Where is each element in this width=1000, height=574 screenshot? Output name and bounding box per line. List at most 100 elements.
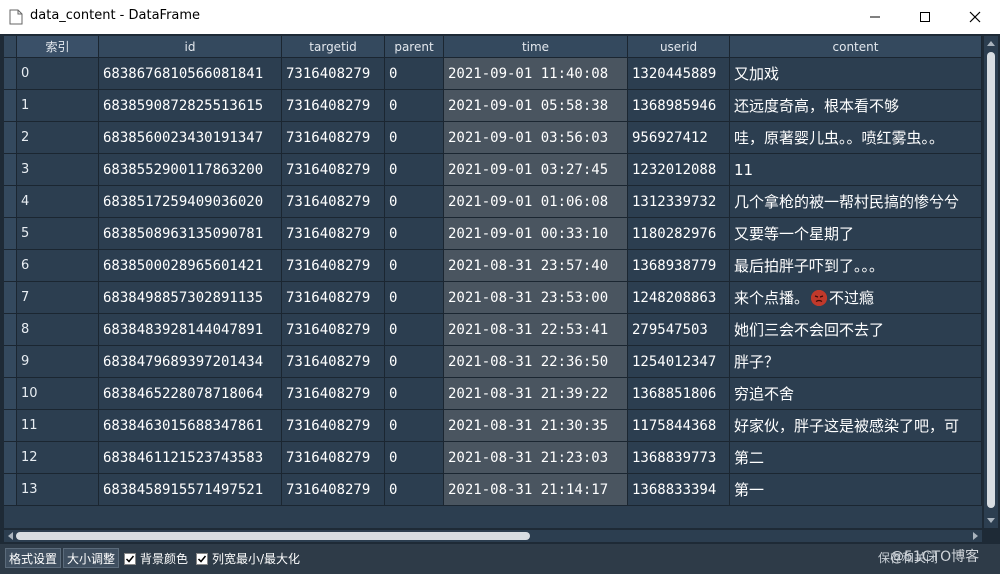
column-header-userid[interactable]: userid [628, 36, 730, 58]
cell-id[interactable]: 6838517259409036020 [99, 186, 282, 218]
cell-targetid[interactable]: 7316408279 [282, 282, 385, 314]
row-header[interactable] [4, 186, 17, 218]
cell-targetid[interactable]: 7316408279 [282, 154, 385, 186]
row-header[interactable] [4, 218, 17, 250]
cell-parent[interactable]: 0 [385, 346, 444, 378]
cell-index[interactable]: 8 [17, 314, 99, 346]
cell-id[interactable]: 6838676810566081841 [99, 58, 282, 90]
cell-index[interactable]: 6 [17, 250, 99, 282]
table-row[interactable]: 6 6838500028965601421 7316408279 0 2021-08-3… [17, 250, 982, 282]
cell-time[interactable]: 2021-08-31 21:14:17 [444, 474, 628, 506]
cell-index[interactable]: 0 [17, 58, 99, 90]
cell-id[interactable]: 6838552900117863200 [99, 154, 282, 186]
cell-userid[interactable]: 1180282976 [628, 218, 730, 250]
cell-id[interactable]: 6838461121523743583 [99, 442, 282, 474]
cell-time[interactable]: 2021-08-31 23:57:40 [444, 250, 628, 282]
row-header[interactable] [4, 154, 17, 186]
cell-userid[interactable]: 1368851806 [628, 378, 730, 410]
cell-time[interactable]: 2021-09-01 00:33:10 [444, 218, 628, 250]
cell-time[interactable]: 2021-09-01 03:56:03 [444, 122, 628, 154]
cell-userid[interactable]: 1368839773 [628, 442, 730, 474]
cell-userid[interactable]: 1368985946 [628, 90, 730, 122]
cell-index[interactable]: 11 [17, 410, 99, 442]
cell-content[interactable]: 11 [730, 154, 982, 186]
cell-parent[interactable]: 0 [385, 378, 444, 410]
cell-index[interactable]: 2 [17, 122, 99, 154]
vertical-scrollbar[interactable] [984, 36, 998, 528]
cell-parent[interactable]: 0 [385, 58, 444, 90]
bg-color-checkbox[interactable]: 背景颜色 [124, 550, 188, 568]
column-header-targetid[interactable]: targetid [282, 36, 385, 58]
cell-content[interactable]: 她们三会不会回不去了 [730, 314, 982, 346]
cell-content[interactable]: 又加戏 [730, 58, 982, 90]
cell-userid[interactable]: 279547503 [628, 314, 730, 346]
table-row[interactable]: 3 6838552900117863200 7316408279 0 2021-09-0… [17, 154, 982, 186]
row-header[interactable] [4, 346, 17, 378]
scroll-up-icon[interactable] [984, 36, 998, 50]
cell-targetid[interactable]: 7316408279 [282, 474, 385, 506]
table-row[interactable]: 2 6838560023430191347 7316408279 0 2021-09-0… [17, 122, 982, 154]
cell-index[interactable]: 13 [17, 474, 99, 506]
table-row[interactable]: 1 6838590872825513615 7316408279 0 2021-09-0… [17, 90, 982, 122]
cell-targetid[interactable]: 7316408279 [282, 346, 385, 378]
cell-parent[interactable]: 0 [385, 250, 444, 282]
table-row[interactable]: 10 6838465228078718064 7316408279 0 2021-08-… [17, 378, 982, 410]
cell-time[interactable]: 2021-08-31 21:23:03 [444, 442, 628, 474]
table-row[interactable]: 13 6838458915571497521 7316408279 0 2021-08-… [17, 474, 982, 506]
cell-parent[interactable]: 0 [385, 410, 444, 442]
cell-time[interactable]: 2021-08-31 21:30:35 [444, 410, 628, 442]
cell-time[interactable]: 2021-08-31 23:53:00 [444, 282, 628, 314]
cell-userid[interactable]: 1368938779 [628, 250, 730, 282]
row-header[interactable] [4, 474, 17, 506]
cell-targetid[interactable]: 7316408279 [282, 90, 385, 122]
cell-time[interactable]: 2021-08-31 21:39:22 [444, 378, 628, 410]
cell-index[interactable]: 10 [17, 378, 99, 410]
cell-id[interactable]: 6838465228078718064 [99, 378, 282, 410]
column-header-content[interactable]: content [730, 36, 982, 58]
scroll-right-icon[interactable] [970, 530, 982, 542]
table-row[interactable]: 11 6838463015688347861 7316408279 0 2021-08-… [17, 410, 982, 442]
scroll-left-icon[interactable] [4, 530, 16, 542]
cell-content[interactable]: 好家伙，胖子这是被感染了吧，可 [730, 410, 982, 442]
cell-time[interactable]: 2021-09-01 01:06:08 [444, 186, 628, 218]
cell-content[interactable]: 最后拍胖子吓到了。。。 [730, 250, 982, 282]
cell-content[interactable]: 又要等一个星期了 [730, 218, 982, 250]
table-row[interactable]: 7 6838498857302891135 7316408279 0 2021-08-3… [17, 282, 982, 314]
cell-parent[interactable]: 0 [385, 90, 444, 122]
cell-index[interactable]: 12 [17, 442, 99, 474]
cell-userid[interactable]: 1248208863 [628, 282, 730, 314]
cell-index[interactable]: 1 [17, 90, 99, 122]
cell-parent[interactable]: 0 [385, 218, 444, 250]
cell-index[interactable]: 9 [17, 346, 99, 378]
cell-time[interactable]: 2021-09-01 11:40:08 [444, 58, 628, 90]
cell-targetid[interactable]: 7316408279 [282, 58, 385, 90]
table-row[interactable]: 9 6838479689397201434 7316408279 0 2021-08-3… [17, 346, 982, 378]
cell-index[interactable]: 4 [17, 186, 99, 218]
cell-userid[interactable]: 1254012347 [628, 346, 730, 378]
cell-index[interactable]: 5 [17, 218, 99, 250]
cell-userid[interactable]: 1232012088 [628, 154, 730, 186]
cell-parent[interactable]: 0 [385, 154, 444, 186]
cell-parent[interactable]: 0 [385, 186, 444, 218]
cell-id[interactable]: 6838590872825513615 [99, 90, 282, 122]
cell-parent[interactable]: 0 [385, 442, 444, 474]
cell-content[interactable]: 第二 [730, 442, 982, 474]
row-header[interactable] [4, 282, 17, 314]
cell-parent[interactable]: 0 [385, 314, 444, 346]
cell-time[interactable]: 2021-08-31 22:53:41 [444, 314, 628, 346]
row-header[interactable] [4, 442, 17, 474]
cell-id[interactable]: 6838498857302891135 [99, 282, 282, 314]
cell-time[interactable]: 2021-08-31 22:36:50 [444, 346, 628, 378]
format-settings-button[interactable]: 格式设置 [5, 548, 62, 568]
table-row[interactable]: 4 6838517259409036020 7316408279 0 2021-09-0… [17, 186, 982, 218]
row-header[interactable] [4, 250, 17, 282]
row-header[interactable] [4, 122, 17, 154]
cell-id[interactable]: 6838483928144047891 [99, 314, 282, 346]
cell-time[interactable]: 2021-09-01 05:58:38 [444, 90, 628, 122]
cell-id[interactable]: 6838500028965601421 [99, 250, 282, 282]
resize-button[interactable]: 大小调整 [63, 548, 120, 568]
cell-parent[interactable]: 0 [385, 282, 444, 314]
cell-userid[interactable]: 1312339732 [628, 186, 730, 218]
cell-userid[interactable]: 956927412 [628, 122, 730, 154]
cell-content[interactable]: 还远度奇高，根本看不够 [730, 90, 982, 122]
